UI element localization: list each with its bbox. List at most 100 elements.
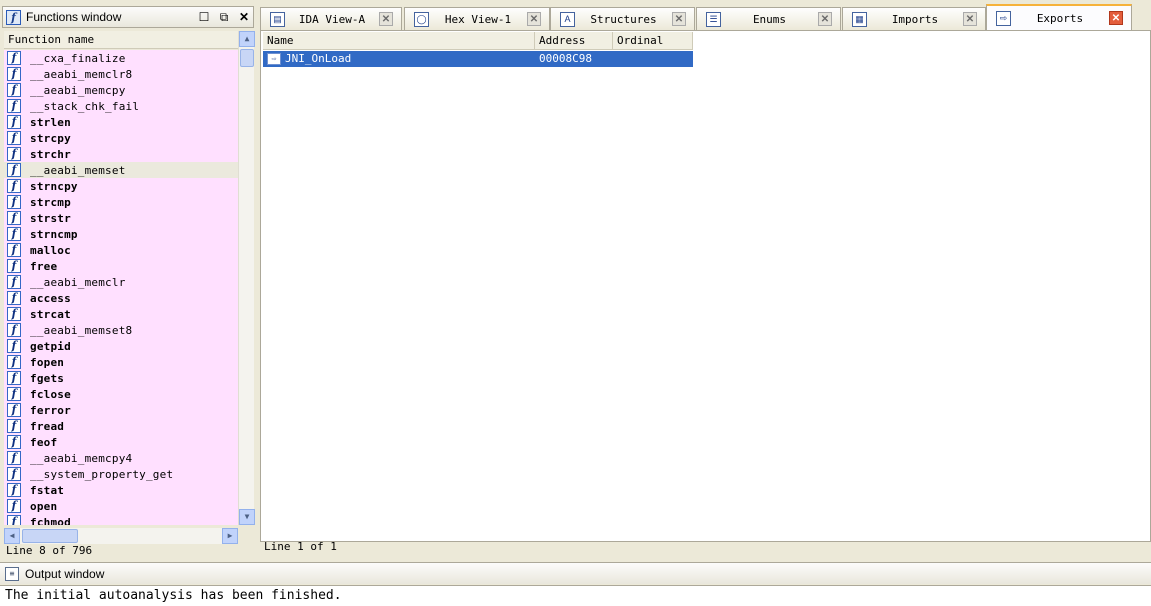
list-item[interactable]: f feof: [4, 434, 238, 450]
list-item[interactable]: f fchmod: [4, 514, 238, 525]
restore-icon[interactable]: ⧉: [217, 10, 231, 24]
export-address: 00008C98: [539, 52, 592, 65]
close-tab-icon[interactable]: ✕: [379, 12, 393, 26]
tab-hex-view-1[interactable]: ◯ Hex View-1 ✕: [404, 7, 550, 30]
function-icon: f: [7, 163, 21, 177]
list-item[interactable]: f __aeabi_memclr8: [4, 66, 238, 82]
tab-structures[interactable]: A Structures ✕: [550, 7, 695, 30]
function-icon: f: [7, 99, 21, 113]
scroll-down-arrow-icon[interactable]: ▼: [239, 509, 255, 525]
list-item[interactable]: f __aeabi_memcpy: [4, 82, 238, 98]
close-tab-icon[interactable]: ✕: [818, 12, 832, 26]
minimize-icon[interactable]: ☐: [197, 10, 211, 24]
function-icon: f: [7, 179, 21, 193]
function-name: ferror: [30, 403, 71, 417]
functions-window-title: Functions window: [26, 10, 122, 24]
list-item[interactable]: f malloc: [4, 242, 238, 258]
tab-ida-view-a[interactable]: ▤ IDA View-A ✕: [260, 7, 402, 30]
scroll-left-arrow-icon[interactable]: ◀: [4, 528, 20, 544]
function-icon: f: [7, 51, 21, 65]
function-name: __aeabi_memcpy4: [30, 451, 133, 465]
scroll-thumb[interactable]: [240, 49, 254, 67]
list-item[interactable]: f __aeabi_memcpy4: [4, 450, 238, 466]
close-icon[interactable]: ✕: [237, 10, 251, 24]
list-item[interactable]: f __aeabi_memset: [4, 162, 238, 178]
list-item[interactable]: f ferror: [4, 402, 238, 418]
list-item[interactable]: f strstr: [4, 210, 238, 226]
list-item[interactable]: f strcmp: [4, 194, 238, 210]
list-item[interactable]: f fstat: [4, 482, 238, 498]
tab-imports[interactable]: ▦ Imports ✕: [842, 7, 986, 30]
function-name: __aeabi_memset: [30, 163, 126, 177]
view-tabs: ▤ IDA View-A ✕ ◯ Hex View-1 ✕ A Structures ✕ ☰ Enu…: [260, 4, 1151, 30]
list-item[interactable]: f strncpy: [4, 178, 238, 194]
function-name: __system_property_get: [30, 467, 174, 481]
list-item[interactable]: f strcpy: [4, 130, 238, 146]
list-item[interactable]: f strcat: [4, 306, 238, 322]
function-icon: f: [7, 499, 21, 513]
function-icon: f: [7, 467, 21, 481]
function-name: strncmp: [30, 227, 78, 241]
function-name: strcpy: [30, 131, 71, 145]
tab-label: Hex View-1: [444, 12, 512, 26]
tab-enums[interactable]: ☰ Enums ✕: [696, 7, 841, 30]
list-item[interactable]: f fopen: [4, 354, 238, 370]
function-list[interactable]: f __cxa_finalize f __aeabi_memclr8 f __aeabi_…: [4, 50, 238, 525]
function-icon: f: [7, 243, 21, 257]
list-item[interactable]: f fread: [4, 418, 238, 434]
function-icon: f: [7, 387, 21, 401]
list-item[interactable]: f getpid: [4, 338, 238, 354]
list-item[interactable]: f strchr: [4, 146, 238, 162]
function-icon: f: [7, 211, 21, 225]
close-tab-icon[interactable]: ✕: [1109, 11, 1123, 25]
function-name: getpid: [30, 339, 71, 353]
function-name: strlen: [30, 115, 71, 129]
tab-exports[interactable]: ⇨ Exports ✕: [986, 4, 1132, 30]
function-name: __aeabi_memclr: [30, 275, 126, 289]
list-item[interactable]: f access: [4, 290, 238, 306]
output-window-text[interactable]: The initial autoanalysis has been finish…: [0, 585, 1151, 606]
list-item[interactable]: f free: [4, 258, 238, 274]
function-icon: f: [7, 451, 21, 465]
scroll-up-arrow-icon[interactable]: ▲: [239, 31, 255, 47]
function-icon: f: [7, 483, 21, 497]
tab-label: IDA View-A: [298, 12, 366, 26]
column-header-address[interactable]: Address: [535, 32, 613, 50]
function-name: malloc: [30, 243, 71, 257]
column-header-name[interactable]: Name: [263, 32, 535, 50]
scroll-right-arrow-icon[interactable]: ▶: [222, 528, 238, 544]
function-icon: f: [7, 67, 21, 81]
output-window-icon: ≡: [5, 566, 19, 581]
functions-window-titlebar: f Functions window ☐ ⧉ ✕: [2, 6, 254, 28]
function-name: fchmod: [30, 515, 71, 526]
function-name-column-header[interactable]: Function name: [4, 31, 238, 49]
function-icon: f: [7, 323, 21, 337]
list-item[interactable]: f __aeabi_memset8: [4, 322, 238, 338]
function-name: __aeabi_memclr8: [30, 67, 133, 81]
list-item[interactable]: f strlen: [4, 114, 238, 130]
column-header-ordinal[interactable]: Ordinal: [613, 32, 693, 50]
function-name: fread: [30, 419, 65, 433]
list-item[interactable]: f __aeabi_memclr: [4, 274, 238, 290]
list-item[interactable]: f __stack_chk_fail: [4, 98, 238, 114]
list-item[interactable]: f __system_property_get: [4, 466, 238, 482]
function-name: strstr: [30, 211, 71, 225]
close-tab-icon[interactable]: ✕: [672, 12, 686, 26]
function-list-horizontal-scrollbar[interactable]: ◀ ▶: [4, 528, 238, 544]
function-icon: f: [7, 147, 21, 161]
function-icon: f: [6, 9, 21, 25]
function-list-vertical-scrollbar[interactable]: ▲ ▼: [238, 31, 255, 525]
scroll-thumb-horizontal[interactable]: [22, 529, 78, 543]
list-item[interactable]: f __cxa_finalize: [4, 50, 238, 66]
export-name: JNI_OnLoad: [285, 52, 352, 65]
list-item[interactable]: f open: [4, 498, 238, 514]
close-tab-icon[interactable]: ✕: [527, 12, 541, 26]
list-item[interactable]: f fgets: [4, 370, 238, 386]
function-name: free: [30, 259, 58, 273]
export-ordinal: [613, 51, 693, 67]
function-icon: f: [7, 371, 21, 385]
list-item[interactable]: f strncmp: [4, 226, 238, 242]
table-row[interactable]: ⇨ JNI_OnLoad 00008C98: [263, 51, 693, 67]
close-tab-icon[interactable]: ✕: [963, 12, 977, 26]
list-item[interactable]: f fclose: [4, 386, 238, 402]
